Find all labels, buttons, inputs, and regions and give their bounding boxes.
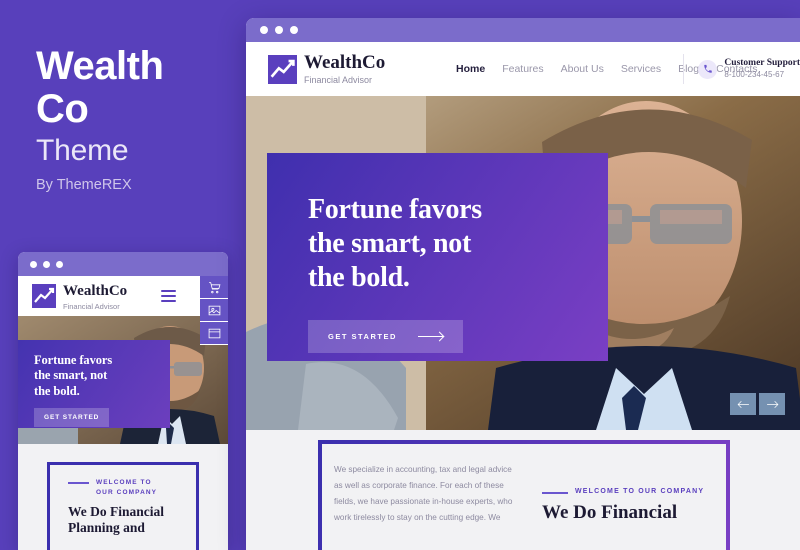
eyebrow-rule [68,482,89,484]
brand-tagline: Financial Advisor [304,75,373,85]
hero-heading-line1: Fortune favors [308,194,482,225]
mobile-hero-line1: Fortune favors [34,353,113,367]
get-started-label: GET STARTED [328,331,397,341]
slider-next-button[interactable] [759,393,785,415]
about-body-text: We specialize in accounting, tax and leg… [334,465,513,522]
hero-slider-controls [730,393,785,415]
screenshot-root: Wealth Co Theme By ThemeREX WealthCo Fin… [0,0,800,550]
mobile-header: WealthCo Financial Advisor [18,276,228,316]
window-dot-1[interactable] [30,260,37,268]
mobile-about-heading-line2: Planning and [68,519,145,535]
promo-title-line2: Co [36,87,89,132]
mobile-hero-line3: the bold. [34,383,80,398]
get-started-button[interactable]: GET STARTED [308,319,463,353]
about-eyebrow-text: WELCOME TO OUR COMPANY [575,488,705,495]
promo-title: Wealth Co [36,44,236,132]
mobile-logo[interactable]: WealthCo Financial Advisor [32,282,127,311]
slider-prev-button[interactable] [730,393,756,415]
promo-title-line1: Wealth [36,44,164,88]
mobile-about-frame: WELCOME TO OUR COMPANY We Do Financial P… [47,462,199,550]
about-eyebrow: WELCOME TO OUR COMPANY [542,488,722,495]
chart-line-up-icon [32,284,56,308]
mobile-hero: Fortune favors the smart, not the bold. … [18,316,228,444]
about-body-column: We specialize in accounting, tax and leg… [334,462,516,526]
chart-line-up-icon [268,54,297,84]
desktop-preview-window: WealthCo Financial Advisor Home Features… [246,18,800,550]
nav-item-home[interactable]: Home [456,63,485,75]
window-dot-1[interactable] [260,26,268,34]
hero-heading-line2: the smart, not [308,227,471,259]
window-dot-3[interactable] [56,260,63,268]
window-dot-2[interactable] [43,260,50,268]
shopping-cart-icon[interactable] [200,276,228,299]
about-heading: We Do Financial [542,502,678,523]
site-logo[interactable]: WealthCo Financial Advisor [268,53,385,85]
arrow-right-icon [417,332,443,340]
mobile-titlebar [18,252,228,276]
mobile-side-icon-rail [200,276,228,345]
mobile-hero-heading: Fortune favors the smart, not the bold. [34,353,170,399]
browser-titlebar [246,18,800,42]
brand-name: WealthCo [304,52,386,73]
mobile-get-started-button[interactable]: GET STARTED [34,407,110,427]
nav-item-services[interactable]: Services [621,63,661,75]
mobile-hero-card: Fortune favors the smart, not the bold. … [18,340,170,428]
mobile-about-eyebrow: WELCOME TO OUR COMPANY [68,478,196,498]
about-content: We specialize in accounting, tax and leg… [334,462,726,526]
eyebrow-rule [542,492,568,494]
promo-byline: By ThemeREX [36,177,132,193]
mobile-brand-name: WealthCo [63,282,128,299]
hero-heading-line3: the bold. [308,261,410,293]
nav-item-features[interactable]: Features [502,63,543,75]
mobile-hero-line2: the smart, not [34,368,108,383]
window-dot-2[interactable] [275,26,283,34]
nav-item-about-us[interactable]: About Us [561,63,604,75]
hero-heading: Fortune favors the smart, not the bold. [308,193,608,295]
mobile-about-heading-line1: We Do Financial [68,503,165,519]
card-window-icon[interactable] [200,322,228,345]
hero-section: Fortune favors the smart, not the bold. … [246,96,800,430]
customer-support-block[interactable]: Customer Support 8-100-234-45-67 [683,54,800,84]
window-dot-3[interactable] [290,26,298,34]
image-frame-icon[interactable] [200,299,228,322]
phone-icon [698,59,718,79]
mobile-about-eyebrow-text: WELCOME TO OUR COMPANY [96,479,158,496]
hamburger-menu-icon[interactable] [161,287,176,305]
support-title: Customer Support [724,57,800,68]
promo-subtitle: Theme [36,134,129,167]
mobile-brand-tagline: Financial Advisor [63,301,120,311]
mobile-about-heading: We Do Financial Planning and [68,504,196,536]
mobile-preview-window: WealthCo Financial Advisor Fortune favor… [18,252,228,550]
site-header: WealthCo Financial Advisor Home Features… [246,42,800,96]
about-heading-column: WELCOME TO OUR COMPANY We Do Financial [542,462,722,526]
about-section: We specialize in accounting, tax and leg… [246,430,800,550]
support-phone: 8-100-234-45-67 [724,69,785,79]
mobile-about-section: WELCOME TO OUR COMPANY We Do Financial P… [18,444,228,550]
hero-headline-card: Fortune favors the smart, not the bold. … [267,153,608,361]
